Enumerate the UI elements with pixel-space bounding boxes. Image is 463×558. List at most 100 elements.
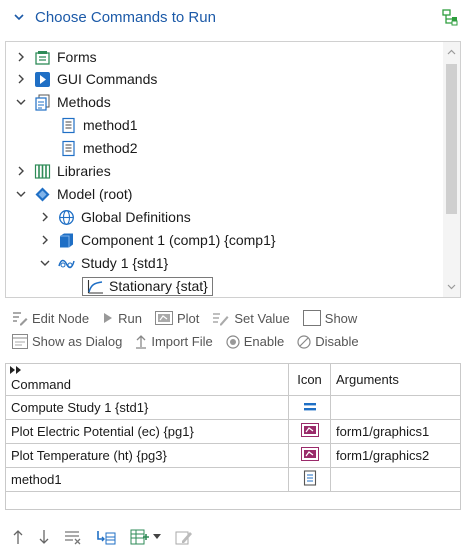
tree-item-label: Study 1 {std1} <box>81 255 169 271</box>
icon-cell[interactable] <box>288 467 331 492</box>
command-cell[interactable]: Plot Electric Potential (ec) {pg1} <box>5 419 289 444</box>
command-table: Command Icon Arguments Compute Study 1 {… <box>5 363 461 510</box>
tree-item-component-1[interactable]: Component 1 (comp1) {comp1} <box>38 229 276 251</box>
arguments-cell[interactable]: form1/graphics2 <box>330 443 461 468</box>
move-down-icon[interactable] <box>38 529 50 545</box>
show-button[interactable]: Show <box>302 310 357 326</box>
table-row[interactable]: method1 <box>5 467 461 492</box>
caret-down-icon <box>153 534 161 539</box>
tree-item-stationary[interactable]: Stationary {stat} <box>82 275 213 297</box>
command-cell[interactable]: Compute Study 1 {std1} <box>5 395 289 420</box>
scroll-down-icon[interactable] <box>447 282 456 291</box>
import-file-button[interactable]: Import File <box>135 334 213 349</box>
tree-item-label: Component 1 (comp1) {comp1} <box>81 232 276 248</box>
selected-tree-item[interactable]: Stationary {stat} <box>82 276 213 296</box>
tree-item-study-1[interactable]: Study 1 {std1} <box>38 252 168 274</box>
show-icon <box>302 310 321 326</box>
edit-node-icon <box>13 312 28 326</box>
empty-cell <box>5 491 461 510</box>
scrollbar-thumb[interactable] <box>446 64 457 214</box>
import-file-label: Import File <box>151 334 213 349</box>
chevron-down-icon[interactable] <box>14 187 28 201</box>
icon-cell[interactable] <box>288 419 331 444</box>
tree-item-label: method1 <box>83 117 138 133</box>
chevron-right-icon[interactable] <box>14 72 28 86</box>
edit-node-button[interactable]: Edit Node <box>12 310 89 326</box>
column-header-arguments[interactable]: Arguments <box>330 363 461 396</box>
forms-icon <box>35 50 50 65</box>
run-button[interactable]: Run <box>102 311 142 326</box>
tree-item-method2[interactable]: method2 <box>60 137 137 159</box>
command-toolbar-row-2: Show as Dialog Import File Enable Disabl… <box>12 334 367 349</box>
run-icon <box>104 313 113 323</box>
tree-item-forms[interactable]: Forms <box>14 46 97 68</box>
libraries-icon <box>34 163 51 179</box>
empty-table-row <box>5 491 461 510</box>
arguments-cell[interactable] <box>330 395 461 420</box>
clear-list-icon[interactable] <box>64 529 82 545</box>
section-header[interactable]: Choose Commands to Run <box>0 0 463 36</box>
chevron-right-icon[interactable] <box>38 233 52 247</box>
gui-commands-icon <box>35 71 50 87</box>
command-cell[interactable]: method1 <box>5 467 289 492</box>
table-row[interactable]: Compute Study 1 {std1} <box>5 395 461 420</box>
add-dropdown-button[interactable] <box>130 529 161 545</box>
enable-icon <box>226 334 240 349</box>
table-header-row: Command Icon Arguments <box>5 363 461 396</box>
methods-icon <box>35 94 50 111</box>
tree-item-label: method2 <box>83 140 138 156</box>
set-value-button[interactable]: Set Value <box>212 310 290 326</box>
tree-item-method1[interactable]: method1 <box>60 114 137 136</box>
insert-row-icon[interactable] <box>96 529 116 545</box>
arguments-cell[interactable] <box>330 467 461 492</box>
table-row[interactable]: Plot Temperature (ht) {pg3} form1/graphi… <box>5 443 461 468</box>
set-value-icon <box>213 313 229 326</box>
disable-icon <box>297 334 311 349</box>
graphics-icon <box>300 447 319 461</box>
chevron-right-icon[interactable] <box>38 210 52 224</box>
globe-icon <box>59 209 74 225</box>
model-icon <box>35 187 50 201</box>
chevron-right-icon[interactable] <box>14 164 28 178</box>
column-header-label: Command <box>11 376 71 392</box>
tree-item-global-definitions[interactable]: Global Definitions <box>38 206 191 228</box>
method-file-icon <box>303 470 316 486</box>
tree-item-model-root[interactable]: Model (root) <box>14 183 132 205</box>
scroll-up-icon[interactable] <box>447 48 456 57</box>
command-tree[interactable]: Forms GUI Commands Methods method1 metho… <box>5 41 461 298</box>
column-header-icon[interactable]: Icon <box>288 363 331 396</box>
chevron-down-icon[interactable] <box>14 95 28 109</box>
graphics-icon <box>300 423 319 437</box>
tree-item-gui-commands[interactable]: GUI Commands <box>14 68 157 90</box>
tree-scrollbar[interactable] <box>443 42 460 297</box>
study-icon <box>58 259 75 268</box>
column-header-command[interactable]: Command <box>5 363 289 396</box>
command-toolbar-row-1: Edit Node Run Plot Set Value Show <box>12 310 365 326</box>
method-file-icon <box>62 140 75 156</box>
tree-settings-icon[interactable] <box>440 7 460 27</box>
icon-cell[interactable] <box>288 443 331 468</box>
move-up-icon[interactable] <box>12 529 24 545</box>
equals-icon <box>303 403 316 411</box>
tree-item-label: Forms <box>57 49 97 65</box>
set-value-label: Set Value <box>234 310 290 326</box>
enable-button[interactable]: Enable <box>226 334 284 349</box>
plot-label: Plot <box>176 310 200 326</box>
chevron-down-icon[interactable] <box>12 10 26 24</box>
table-row[interactable]: Plot Electric Potential (ec) {pg1} form1… <box>5 419 461 444</box>
disable-button[interactable]: Disable <box>297 334 359 349</box>
tree-item-libraries[interactable]: Libraries <box>14 160 111 182</box>
edit-pencil-icon[interactable] <box>175 529 193 545</box>
stationary-step-icon <box>87 279 103 294</box>
run-all-icon[interactable] <box>10 366 22 374</box>
command-cell[interactable]: Plot Temperature (ht) {pg3} <box>5 443 289 468</box>
chevron-right-icon[interactable] <box>14 50 28 64</box>
chevron-down-icon[interactable] <box>38 256 52 270</box>
icon-cell[interactable] <box>288 395 331 420</box>
plot-button[interactable]: Plot <box>154 310 200 326</box>
arguments-cell[interactable]: form1/graphics1 <box>330 419 461 444</box>
import-arrow-icon <box>136 335 147 349</box>
table-add-icon <box>130 529 149 545</box>
tree-item-methods[interactable]: Methods <box>14 91 111 113</box>
show-as-dialog-button[interactable]: Show as Dialog <box>12 334 122 349</box>
